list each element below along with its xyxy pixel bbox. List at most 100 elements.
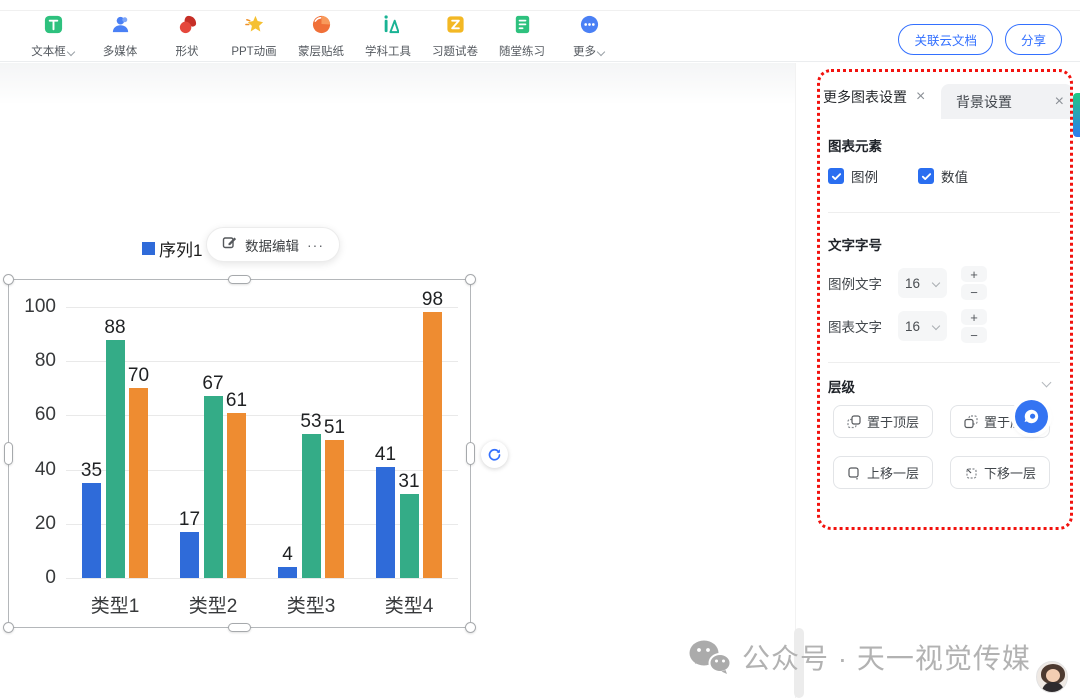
toolbar-item-label: PPT动画: [231, 43, 276, 59]
legend-font-stepper: + −: [961, 266, 987, 300]
chat-bubble-icon: [1022, 407, 1041, 426]
increase-button[interactable]: +: [961, 309, 987, 325]
more-options-dots[interactable]: ···: [307, 237, 324, 253]
checkbox-checked-icon: [828, 168, 844, 184]
toolbar-item-label: 蒙层贴纸: [298, 43, 344, 59]
resize-handle-bottom-left[interactable]: [3, 622, 14, 633]
data-edit-label: 数据编辑: [245, 235, 299, 255]
checkbox-label: 数值: [941, 166, 968, 186]
toolbar-actions: 关联云文档 分享: [898, 24, 1062, 55]
move-down-layer-button[interactable]: 下移一层: [950, 456, 1050, 489]
legend-label: 序列1: [159, 236, 202, 261]
data-edit-pill[interactable]: 数据编辑 ···: [206, 227, 340, 262]
toolbar-item-textbox[interactable]: 文本框: [26, 14, 80, 59]
section-divider: [828, 362, 1060, 363]
resize-handle-top-right[interactable]: [465, 274, 476, 285]
rotate-handle[interactable]: [481, 441, 508, 468]
share-button[interactable]: 分享: [1005, 24, 1062, 55]
chevron-down-icon: [68, 48, 75, 55]
multimedia-icon: [110, 14, 131, 40]
checkbox-checked-icon: [918, 168, 934, 184]
chart-font-label: 图表文字: [828, 316, 898, 336]
chart-font-stepper: + −: [961, 309, 987, 343]
user-avatar[interactable]: [1036, 661, 1068, 693]
toolbar-item-label: 学科工具: [365, 43, 411, 59]
rotate-icon: [487, 447, 502, 462]
checkbox-legend[interactable]: 图例: [828, 166, 878, 186]
decrease-button[interactable]: −: [961, 284, 987, 300]
resize-handle-right[interactable]: [466, 442, 475, 465]
close-icon[interactable]: ×: [1055, 94, 1064, 110]
move-down-layer-icon: [964, 466, 978, 480]
avatar-body: [1042, 682, 1064, 693]
toolbar-item-label: 随堂练习: [499, 43, 545, 59]
select-value: 16: [905, 319, 920, 334]
mask-sticker-icon: [311, 14, 332, 40]
toolbar-item-shapes[interactable]: 形状: [160, 14, 214, 59]
toolbar-item-label: 习题试卷: [432, 43, 478, 59]
checkbox-label: 图例: [851, 166, 878, 186]
ppt-animation-icon: [244, 14, 265, 40]
watermark: 公众号 · 天一视觉传媒: [688, 637, 1031, 677]
send-to-back-icon: [964, 415, 978, 429]
tab-background-settings[interactable]: 背景设置 ×: [956, 84, 1073, 119]
subject-tools-icon: [378, 14, 399, 40]
bring-to-front-icon: [847, 415, 861, 429]
chart-font-size-select[interactable]: 16: [898, 311, 947, 341]
toolbar-item-label: 更多: [573, 43, 596, 59]
toolbar-item-exercise-paper[interactable]: 习题试卷: [428, 14, 482, 59]
collapse-chevron-icon[interactable]: [1043, 379, 1051, 387]
resize-handle-top-left[interactable]: [3, 274, 14, 285]
legend-font-size-select[interactable]: 16: [898, 268, 947, 298]
toolbar-item-mask-sticker[interactable]: 蒙层贴纸: [294, 14, 348, 59]
tab-label: 背景设置: [956, 92, 1012, 112]
increase-button[interactable]: +: [961, 266, 987, 282]
decrease-button[interactable]: −: [961, 327, 987, 343]
resize-handle-left[interactable]: [4, 442, 13, 465]
section-title-font-size: 文字字号: [828, 234, 882, 254]
toolbar-item-ppt-animation[interactable]: PPT动画: [227, 14, 281, 59]
close-icon[interactable]: ×: [916, 89, 925, 105]
presentation-editor-window: 文本框 多媒体 形状 PPT动画 蒙层贴纸 学科工具: [0, 0, 1080, 698]
chart-legend[interactable]: 序列1: [142, 236, 202, 261]
checkbox-values[interactable]: 数值: [918, 166, 968, 186]
main-toolbar: 文本框 多媒体 形状 PPT动画 蒙层贴纸 学科工具: [0, 11, 1080, 62]
chevron-down-icon: [933, 323, 940, 330]
resize-handle-top[interactable]: [228, 275, 251, 284]
button-label: 下移一层: [984, 463, 1036, 482]
legend-font-label: 图例文字: [828, 273, 898, 293]
more-icon: [579, 14, 600, 40]
bring-to-front-button[interactable]: 置于顶层: [833, 405, 933, 438]
move-up-layer-button[interactable]: 上移一层: [833, 456, 933, 489]
edit-icon: [222, 235, 237, 255]
chevron-down-icon: [598, 48, 605, 55]
shape-icon: [177, 14, 198, 40]
toolbar-item-more[interactable]: 更多: [562, 14, 616, 59]
toolbar-item-multimedia[interactable]: 多媒体: [93, 14, 147, 59]
chart-font-row: 图表文字 16 + −: [828, 309, 987, 343]
avatar-face: [1046, 669, 1060, 682]
chart-elements-options: 图例 数值: [828, 166, 968, 186]
chart-selection-frame: [8, 279, 471, 628]
button-label: 置于顶层: [867, 412, 919, 431]
class-practice-icon: [512, 14, 533, 40]
section-title-chart-elements: 图表元素: [828, 135, 882, 155]
legend-swatch-series1: [142, 242, 155, 255]
link-cloud-doc-button[interactable]: 关联云文档: [898, 24, 993, 55]
edge-scrollbar-thumb[interactable]: [1073, 93, 1080, 137]
button-label: 上移一层: [867, 463, 919, 482]
resize-handle-bottom-right[interactable]: [465, 622, 476, 633]
tab-label: 更多图表设置: [823, 87, 907, 107]
exercise-paper-icon: [445, 14, 466, 40]
resize-handle-bottom[interactable]: [228, 623, 251, 632]
assistant-floating-button[interactable]: [1015, 400, 1048, 433]
toolbar-item-subject-tools[interactable]: 学科工具: [361, 14, 415, 59]
settings-panel: 更多图表设置 × 背景设置 × 图表元素 图例 数值 文字字号 图例文字 16: [796, 63, 1080, 698]
chevron-down-icon: [933, 280, 940, 287]
tab-more-chart-settings[interactable]: 更多图表设置 ×: [818, 74, 941, 119]
wechat-icon: [688, 639, 732, 676]
toolbar-item-class-practice[interactable]: 随堂练习: [495, 14, 549, 59]
toolbar-item-label: 形状: [176, 43, 199, 59]
section-divider: [828, 212, 1060, 213]
section-title-layer: 层级: [828, 376, 855, 396]
